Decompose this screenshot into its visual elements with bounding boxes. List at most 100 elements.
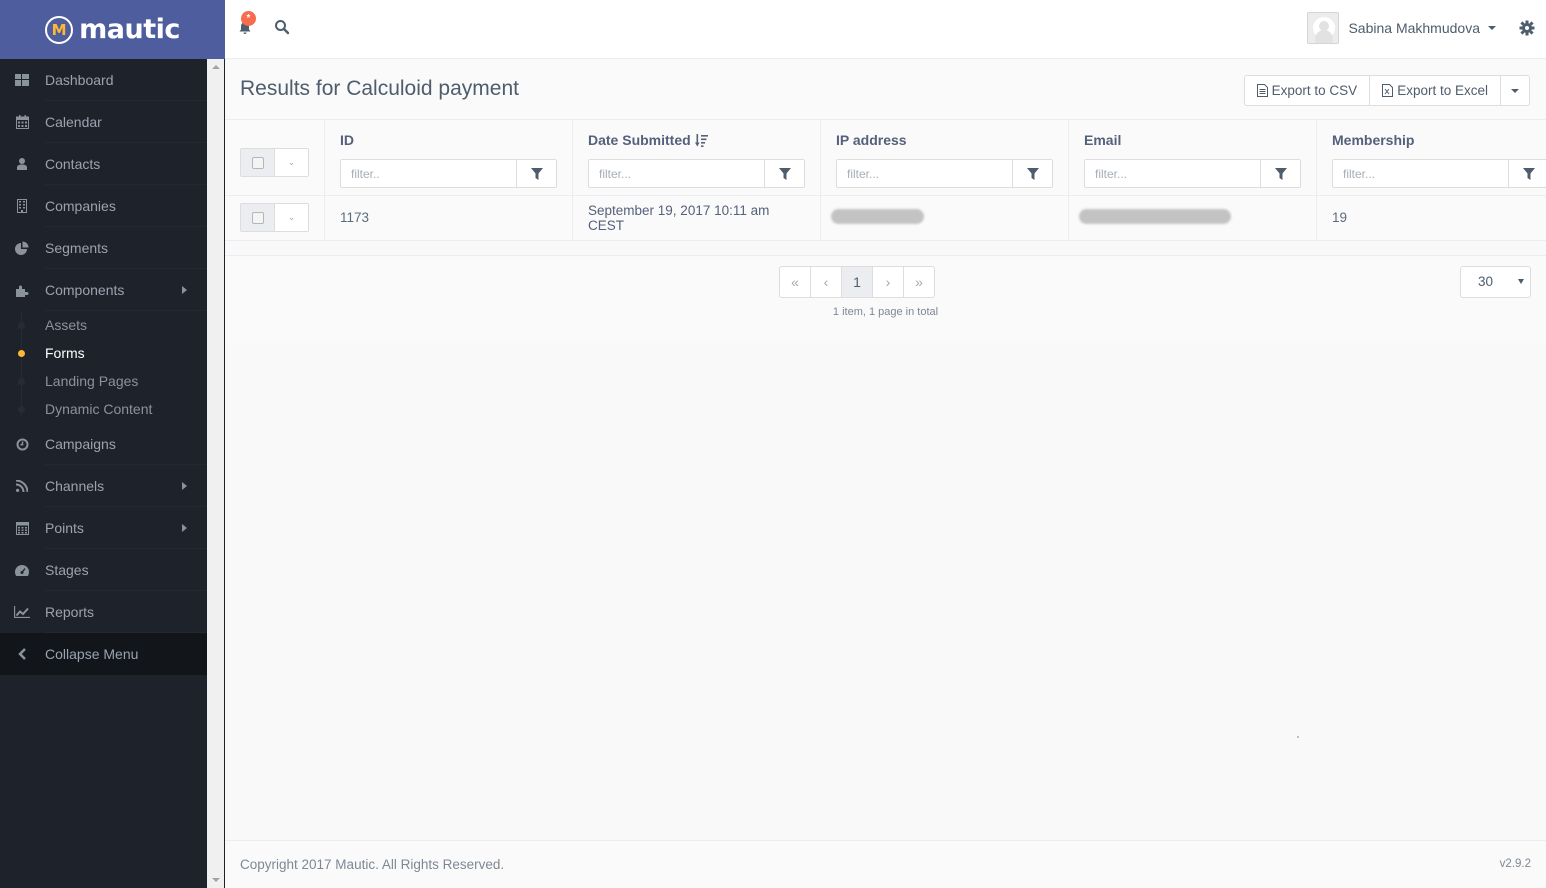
puzzle-icon — [14, 282, 30, 298]
caret-right-icon — [182, 286, 187, 294]
cell-date-submitted: September 19, 2017 10:11 am CEST — [572, 195, 821, 241]
filter-id — [340, 159, 557, 188]
sort-date-submitted[interactable]: Date Submitted — [588, 132, 805, 148]
sidebar-subitem-label: Assets — [45, 317, 88, 333]
export-excel-label: Export to Excel — [1397, 83, 1488, 98]
scroll-down-icon[interactable] — [212, 878, 220, 882]
sidebar-item-label: Companies — [45, 198, 116, 214]
filter-ip-address-input[interactable] — [836, 159, 1012, 188]
filter-date-submitted-button[interactable] — [764, 159, 805, 188]
gear-icon — [1519, 20, 1535, 36]
page-current-button[interactable]: 1 — [841, 265, 873, 298]
redacted-email — [1079, 208, 1231, 224]
notifications-button[interactable]: * — [237, 11, 257, 38]
row-select-group: ⌄ — [240, 203, 309, 232]
row-actions-dropdown[interactable]: ⌄ — [275, 204, 308, 231]
collapse-menu-label: Collapse Menu — [45, 646, 139, 662]
row-checkbox[interactable] — [251, 211, 264, 224]
sidebar-item-components[interactable]: Components — [0, 269, 207, 311]
sort-id[interactable]: ID — [340, 132, 557, 148]
pagination-info: 1 item, 1 page in total — [832, 305, 939, 318]
filter-icon — [1522, 167, 1535, 180]
export-button-group: Export to CSV Export to Excel — [1243, 75, 1530, 106]
filter-membership-button[interactable] — [1508, 159, 1546, 188]
column-label: Membership — [1332, 132, 1415, 148]
column-label: Email — [1084, 132, 1122, 148]
page-prev-button[interactable]: ‹ — [810, 265, 842, 298]
table-row: ⌄ 1173 September 19, 2017 10:11 am CEST … — [225, 195, 1546, 241]
collapse-menu-button[interactable]: Collapse Menu — [0, 633, 207, 675]
column-header-membership: Membership — [1316, 120, 1546, 196]
sidebar-item-segments[interactable]: Segments — [0, 227, 207, 269]
filter-icon — [1026, 167, 1039, 180]
more-actions-dropdown[interactable] — [1500, 75, 1530, 106]
sort-ip-address[interactable]: IP address — [836, 132, 1053, 148]
column-label: ID — [340, 132, 354, 148]
pagination: « ‹ 1 › » — [779, 265, 935, 298]
sidebar-item-points[interactable]: Points — [0, 507, 207, 549]
column-header-email: Email — [1068, 120, 1317, 196]
sidebar-item-stages[interactable]: Stages — [0, 549, 207, 591]
sidebar-scrollbar[interactable] — [207, 59, 225, 888]
filter-email-button[interactable] — [1260, 159, 1301, 188]
filter-id-button[interactable] — [516, 159, 557, 188]
sidebar-item-label: Dashboard — [45, 72, 114, 88]
sidebar-item-channels[interactable]: Channels — [0, 465, 207, 507]
select-all-checkbox[interactable] — [251, 156, 264, 169]
filter-email-input[interactable] — [1084, 159, 1260, 188]
user-menu[interactable]: Sabina Makhmudova — [1307, 12, 1496, 44]
caret-down-icon — [1511, 88, 1519, 93]
file-text-icon — [1256, 84, 1268, 97]
sidebar-subitem-landing-pages[interactable]: Landing Pages — [0, 367, 207, 395]
page-limit-select[interactable]: 30 — [1460, 265, 1531, 298]
brand-name: mautic — [79, 14, 180, 45]
page-next-button[interactable]: › — [872, 265, 904, 298]
stray-dot — [1297, 736, 1299, 738]
grid-icon — [14, 72, 30, 88]
export-csv-label: Export to CSV — [1271, 83, 1358, 98]
cell-email — [1068, 195, 1317, 241]
sidebar-item-dashboard[interactable]: Dashboard — [0, 59, 207, 101]
sidebar-item-label: Points — [45, 520, 84, 536]
page-last-button[interactable]: » — [903, 265, 935, 298]
page-limit-value: 30 — [1478, 274, 1494, 289]
filter-ip-address-button[interactable] — [1012, 159, 1053, 188]
copyright-text: Copyright 2017 Mautic. All Rights Reserv… — [240, 857, 505, 872]
sidebar-item-calendar[interactable]: Calendar — [0, 101, 207, 143]
search-button[interactable] — [274, 19, 294, 39]
sort-membership[interactable]: Membership — [1332, 132, 1546, 148]
settings-button[interactable] — [1519, 20, 1535, 36]
pie-chart-icon — [14, 240, 30, 256]
main-content: Results for Calculoid payment Export to … — [225, 60, 1546, 888]
bulk-actions-dropdown[interactable]: ⌄ — [275, 149, 308, 176]
building-icon — [14, 198, 30, 214]
footer: Copyright 2017 Mautic. All Rights Reserv… — [225, 840, 1546, 888]
user-icon — [14, 156, 30, 172]
sort-email[interactable]: Email — [1084, 132, 1301, 148]
sidebar-subitem-label: Forms — [45, 345, 85, 361]
brand-logo[interactable]: M mautic — [0, 0, 225, 59]
filter-date-submitted-input[interactable] — [588, 159, 764, 188]
sidebar-item-contacts[interactable]: Contacts — [0, 143, 207, 185]
components-submenu: Assets Forms Landing Pages Dynamic Conte… — [0, 311, 207, 423]
filter-membership-input[interactable] — [1332, 159, 1508, 188]
sidebar-item-campaigns[interactable]: Campaigns — [0, 423, 207, 465]
sidebar-subitem-assets[interactable]: Assets — [0, 311, 207, 339]
page-title: Results for Calculoid payment — [240, 77, 519, 100]
page-first-button[interactable]: « — [779, 265, 811, 298]
sidebar-item-companies[interactable]: Companies — [0, 185, 207, 227]
export-csv-button[interactable]: Export to CSV — [1243, 75, 1371, 106]
sidebar-subitem-forms[interactable]: Forms — [0, 339, 207, 367]
cell-membership: 19 — [1316, 195, 1546, 241]
bullet-icon — [18, 321, 25, 329]
export-excel-button[interactable]: Export to Excel — [1369, 75, 1501, 106]
sidebar-item-label: Calendar — [45, 114, 102, 130]
sidebar-item-reports[interactable]: Reports — [0, 591, 207, 633]
notification-badge: * — [241, 11, 256, 26]
sort-desc-icon — [694, 133, 708, 147]
scroll-up-icon[interactable] — [212, 65, 220, 69]
bullet-icon — [18, 405, 25, 413]
chevron-down-icon: ⌄ — [287, 157, 296, 167]
filter-id-input[interactable] — [340, 159, 516, 188]
sidebar-subitem-dynamic-content[interactable]: Dynamic Content — [0, 395, 207, 423]
